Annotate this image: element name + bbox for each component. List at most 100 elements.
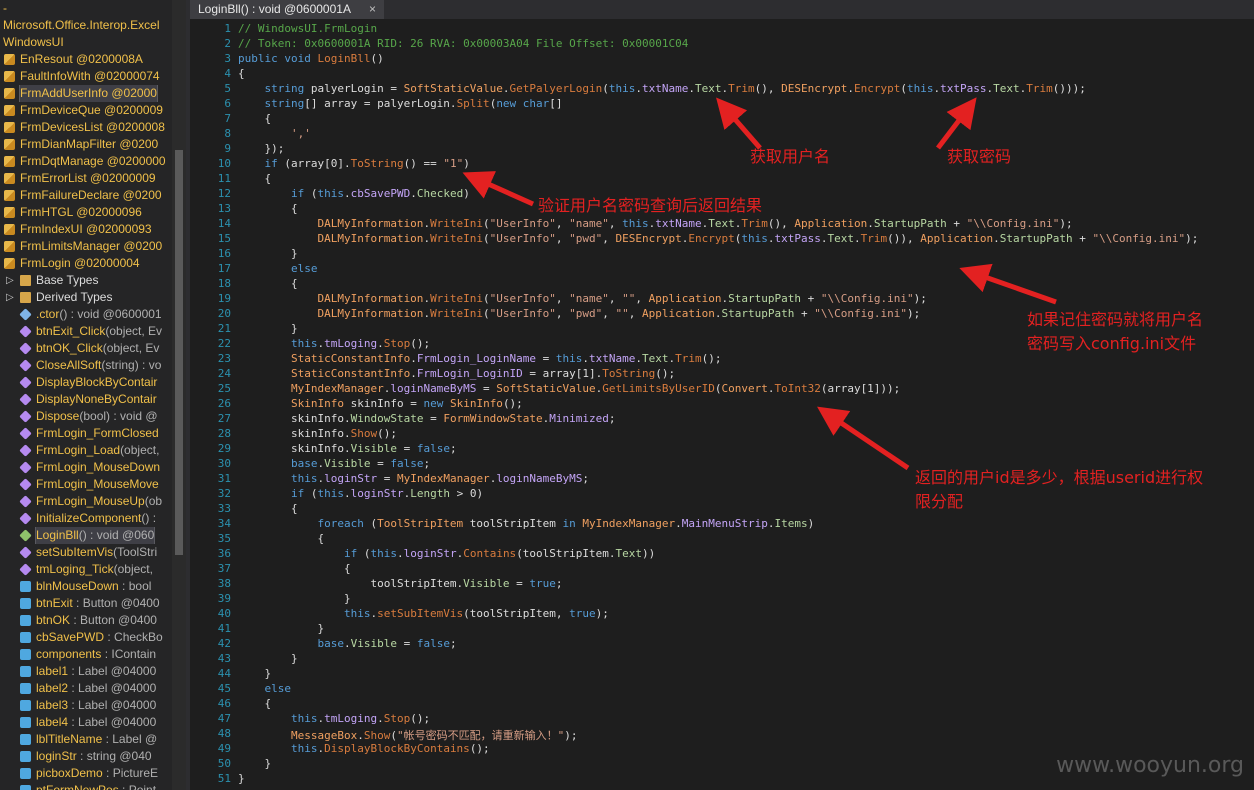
code-line[interactable]: { — [238, 277, 298, 290]
code-line[interactable]: DALMyInformation. WriteIni("UserInfo", "p… — [238, 232, 1198, 245]
tree-item[interactable]: FrmLogin_MouseDown — [0, 459, 172, 476]
tree-item[interactable]: FrmLogin_FormClosed — [0, 425, 172, 442]
code-line[interactable]: { — [238, 172, 271, 185]
code-editor[interactable]: 1 // WindowsUI.FrmLogin 2 // Token: 0x06000… — [190, 22, 1254, 790]
tree-item[interactable]: label3 : Label @04000 — [0, 697, 172, 714]
tree-item[interactable]: FrmLogin_MouseUp(ob — [0, 493, 172, 510]
code-line[interactable]: { — [238, 67, 245, 80]
tree-item[interactable]: FrmLogin_MouseMove — [0, 476, 172, 493]
tree-item[interactable]: FrmDevicesList @0200008 — [0, 119, 172, 136]
code-line[interactable]: base.Visible = false; — [238, 457, 430, 470]
code-line[interactable]: } — [238, 247, 298, 260]
tree-item[interactable]: CloseAllSoft(string) : vo — [0, 357, 172, 374]
tree-item[interactable]: tmLoging_Tick(object, — [0, 561, 172, 578]
tree-item[interactable]: btnExit : Button @0400 — [0, 595, 172, 612]
code-line[interactable]: if (array[0].ToString() == "1") — [238, 157, 469, 170]
tree-item[interactable]: Dispose(bool) : void @ — [0, 408, 172, 425]
code-line[interactable]: string[] array = palyerLogin.Split(new c… — [238, 97, 562, 110]
code-line[interactable]: this.tmLoging.Stop(); — [238, 337, 430, 350]
code-line[interactable]: this.tmLoging.Stop(); — [238, 712, 430, 725]
code-line[interactable]: else — [238, 682, 291, 695]
code-line[interactable]: DALMyInformation.WriteIni("UserInfo", "n… — [238, 292, 926, 305]
tree-item[interactable]: label1 : Label @04000 — [0, 663, 172, 680]
code-line[interactable]: { — [238, 202, 298, 215]
tree-item[interactable]: FaultInfoWith @02000074 — [0, 68, 172, 85]
assembly-tree-panel[interactable]: - Microsoft.Office.Interop.Excel WindowsUI… — [0, 0, 172, 790]
tree-item[interactable]: blnMouseDown : bool — [0, 578, 172, 595]
tree-item[interactable]: FrmHTGL @02000096 — [0, 204, 172, 221]
tree-item[interactable]: ▷ Derived Types — [0, 289, 172, 306]
tree-item[interactable]: cbSavePWD : CheckBo — [0, 629, 172, 646]
tree-item[interactable]: btnExit_Click(object, Ev — [0, 323, 172, 340]
code-line[interactable]: base.Visible = false; — [238, 637, 456, 650]
code-line[interactable]: else — [238, 262, 318, 275]
code-line[interactable]: { — [238, 697, 271, 710]
tree-item[interactable]: label4 : Label @04000 — [0, 714, 172, 731]
tree-item[interactable]: lblTitleName : Label @ — [0, 731, 172, 748]
tree-item[interactable]: FrmLimitsManager @0200 — [0, 238, 172, 255]
code-line[interactable]: this.loginStr = MyIndexManager.loginName… — [238, 472, 589, 485]
tree-item[interactable]: FrmErrorList @02000009 — [0, 170, 172, 187]
tree-item[interactable]: ptFormNewPos : Point — [0, 782, 172, 790]
code-line[interactable]: } — [238, 322, 298, 335]
scrollbar-thumb[interactable] — [175, 150, 183, 555]
tree-namespace-header[interactable]: Microsoft.Office.Interop.Excel — [0, 17, 172, 34]
tree-item[interactable]: FrmLogin @02000004 — [0, 255, 172, 272]
code-line[interactable]: MessageBox.Show("帐号密码不匹配，请重新输入！"); — [238, 727, 578, 743]
tree-item[interactable]: DisplayNoneByContair — [0, 391, 172, 408]
code-line[interactable]: toolStripItem.Visible = true; — [238, 577, 562, 590]
tree-item[interactable]: loginStr : string @040 — [0, 748, 172, 765]
code-line[interactable]: if (this.loginStr.Contains(toolStripItem… — [238, 547, 655, 560]
tree-item[interactable]: FrmAddUserInfo @02000 — [0, 85, 172, 102]
tab-loginbll[interactable]: LoginBll() : void @0600001A × — [190, 0, 384, 19]
tab-close-icon[interactable]: × — [369, 2, 376, 16]
expand-arrow-icon[interactable]: ▷ — [6, 289, 14, 306]
tree-item[interactable]: FrmDeviceQue @0200009 — [0, 102, 172, 119]
tree-item[interactable]: components : IContain — [0, 646, 172, 663]
tree-item[interactable]: btnOK_Click(object, Ev — [0, 340, 172, 357]
code-line[interactable]: string palyerLogin = SoftStaticValue.Get… — [238, 82, 1085, 95]
tree-item[interactable]: FrmFailureDeclare @0200 — [0, 187, 172, 204]
tree-item[interactable]: EnResout @0200008A — [0, 51, 172, 68]
code-line[interactable]: StaticConstantInfo.FrmLogin_LoginID = ar… — [238, 367, 675, 380]
code-line[interactable]: } — [238, 592, 351, 605]
tree-item[interactable]: FrmDianMapFilter @0200 — [0, 136, 172, 153]
code-line[interactable]: this.DisplayBlockByContains(); — [238, 742, 490, 755]
code-line[interactable]: public void LoginBll() — [238, 52, 384, 65]
code-line[interactable]: MyIndexManager.loginNameByMS = SoftStati… — [238, 382, 900, 395]
tree-scrollbar[interactable] — [172, 0, 186, 790]
tree-item[interactable]: label2 : Label @04000 — [0, 680, 172, 697]
code-line[interactable]: { — [238, 562, 351, 575]
code-line[interactable]: { — [238, 112, 271, 125]
tree-item[interactable]: .ctor() : void @0600001 — [0, 306, 172, 323]
tree-item[interactable]: btnOK : Button @0400 — [0, 612, 172, 629]
tree-item[interactable]: picboxDemo : PictureE — [0, 765, 172, 782]
tree-namespace-header[interactable]: - — [0, 0, 172, 17]
code-line[interactable]: ',' — [238, 127, 311, 140]
code-line[interactable]: StaticConstantInfo.FrmLogin_LoginName = … — [238, 352, 722, 365]
code-line[interactable]: } — [238, 757, 271, 770]
code-line[interactable]: { — [238, 502, 298, 515]
code-line[interactable]: DALMyInformation. WriteIni("UserInfo", "p… — [238, 307, 920, 320]
tree-item[interactable]: FrmDqtManage @0200000 — [0, 153, 172, 170]
tree-item[interactable]: setSubItemVis(ToolStri — [0, 544, 172, 561]
tree-item[interactable]: DisplayBlockByContair — [0, 374, 172, 391]
tree-item[interactable]: InitializeComponent() : — [0, 510, 172, 527]
code-line[interactable]: skinInfo.WindowState = FormWindowState.M… — [238, 412, 616, 425]
expand-arrow-icon[interactable]: ▷ — [6, 272, 14, 289]
code-line[interactable]: } — [238, 772, 245, 785]
code-line[interactable]: } — [238, 622, 324, 635]
code-line[interactable]: if (this.cbSavePWD.Checked) — [238, 187, 470, 200]
code-line[interactable]: skinInfo.Show(); — [238, 427, 397, 440]
code-line[interactable]: this.setSubItemVis(toolStripItem, true); — [238, 607, 609, 620]
code-line[interactable]: { — [238, 532, 324, 545]
code-line[interactable]: foreach (ToolStripItem toolStripItem in … — [238, 517, 814, 530]
code-line[interactable]: }); — [238, 142, 284, 155]
code-line[interactable]: DALMyInformation.WriteIni("UserInfo", "n… — [238, 217, 1072, 230]
tree-namespace-header[interactable]: WindowsUI — [0, 34, 172, 51]
code-line[interactable]: // Token: 0x0600001A RID: 26 RVA: 0x0000… — [238, 37, 688, 50]
tree-item[interactable]: FrmLogin_Load(object, — [0, 442, 172, 459]
code-line[interactable]: } — [238, 667, 271, 680]
tree-item[interactable]: ▷ Base Types — [0, 272, 172, 289]
code-line[interactable]: if (this.loginStr.Length > 0) — [238, 487, 483, 500]
